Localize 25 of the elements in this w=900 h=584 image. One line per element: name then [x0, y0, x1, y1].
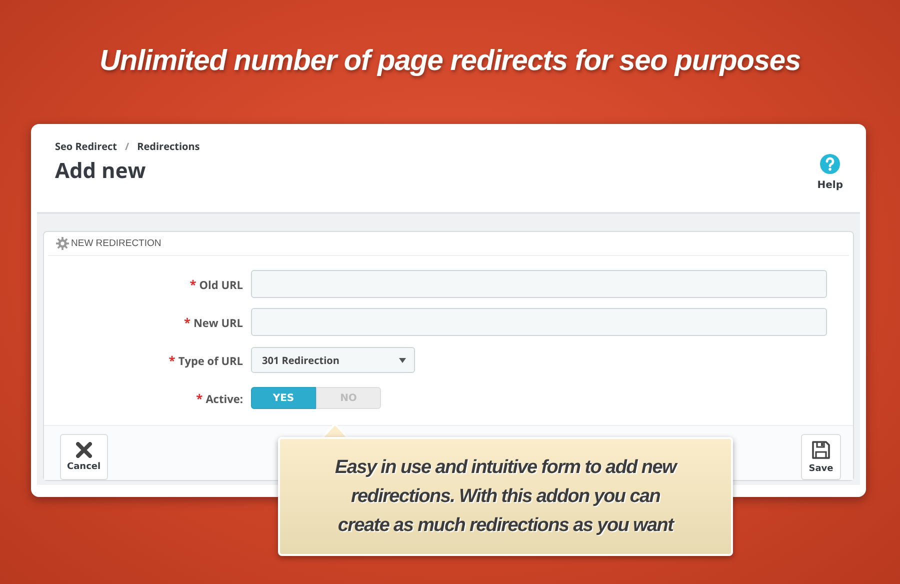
page-title: Add new [55, 157, 147, 185]
field-label: Type of URL [178, 354, 243, 368]
headline: Unlimited number of page redirects for seo purposes [100, 44, 800, 78]
field-label: Active: [206, 392, 243, 406]
panel-title: NEW REDIRECTION [71, 238, 162, 249]
required-mark: * [196, 390, 203, 406]
input-field[interactable] [251, 308, 827, 336]
dropdown-field[interactable]: 301 Redirection [251, 347, 415, 373]
save-button[interactable]: Save [801, 434, 841, 480]
cancel-button[interactable]: Cancel [60, 434, 108, 480]
breadcrumb-separator: / [125, 139, 130, 153]
caret-icon [399, 358, 406, 362]
required-mark: * [184, 314, 190, 330]
gear-icon [56, 237, 69, 250]
help-icon [820, 154, 840, 174]
breadcrumb-link[interactable]: Redirections [137, 139, 200, 153]
callout-text: Easy in use and intuitive form to add new redirections. With this addon you can create as much redirections as you want [334, 456, 679, 538]
field-label: Old URL [199, 278, 243, 292]
field-label: New URL [193, 316, 243, 330]
required-mark: * [190, 276, 196, 292]
close-icon [76, 442, 92, 458]
required-mark: * [168, 352, 176, 368]
help-button[interactable]: Help [811, 139, 849, 212]
input-field[interactable] [251, 270, 827, 298]
breadcrumb-link[interactable]: Seo Redirect [55, 139, 118, 153]
